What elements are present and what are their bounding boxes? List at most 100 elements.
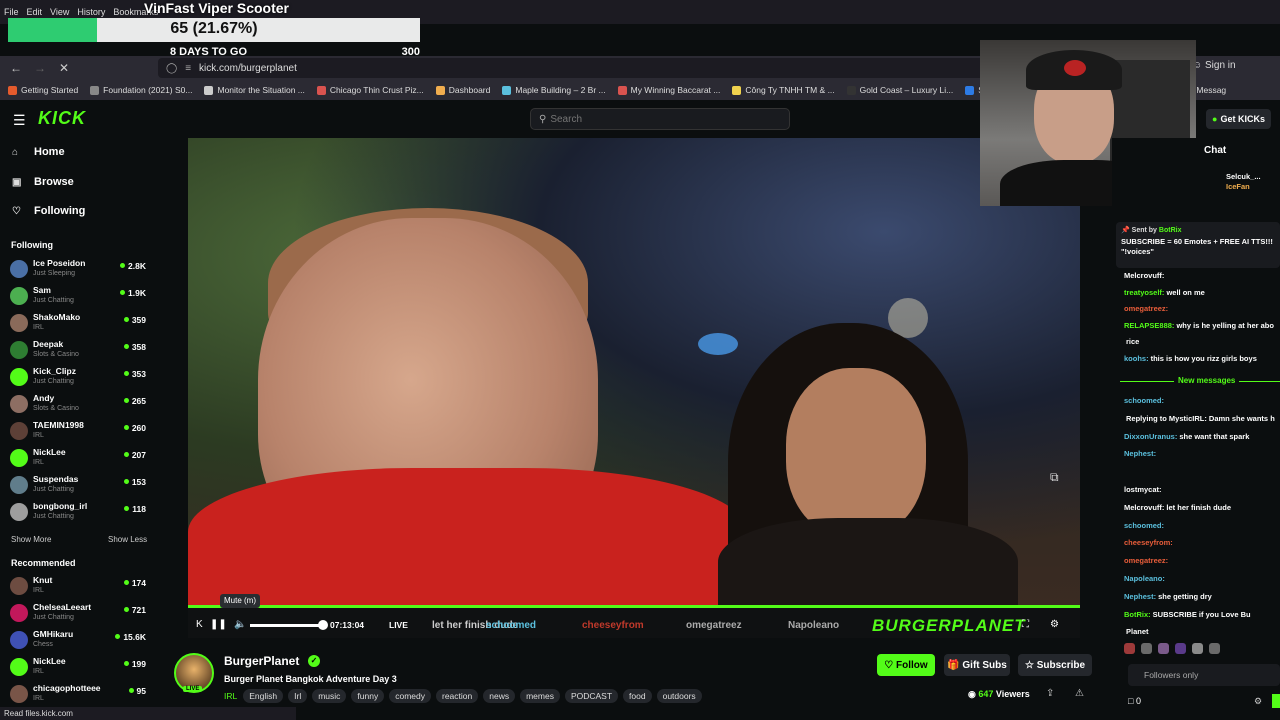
chat-username[interactable]: schoomed: bbox=[1124, 396, 1164, 405]
sidebar-channel[interactable]: GMHikaru Chess 15.6K bbox=[10, 628, 150, 654]
chat-title: Chat bbox=[1204, 145, 1227, 156]
bookmark-item[interactable]: Monitor the Situation ... bbox=[204, 85, 305, 95]
sidebar-channel[interactable]: Deepak Slots & Casino 358 bbox=[10, 338, 150, 364]
emote-icon[interactable] bbox=[1141, 643, 1152, 654]
chat-username[interactable]: cheeseyfrom: bbox=[1124, 538, 1173, 547]
tag-pill[interactable]: food bbox=[623, 689, 652, 703]
chat-username[interactable]: treatyoself: bbox=[1124, 288, 1164, 297]
show-more-link[interactable]: Show More bbox=[11, 535, 51, 544]
viewer-count: 118 bbox=[124, 504, 146, 514]
sidebar-channel[interactable]: TAEMIN1998 IRL 260 bbox=[10, 419, 150, 445]
sidebar-channel[interactable]: Kick_Clipz Just Chatting 353 bbox=[10, 365, 150, 391]
top-chatter-2[interactable]: IceFan bbox=[1226, 182, 1261, 192]
viewer-count: 153 bbox=[124, 477, 146, 487]
chat-username[interactable]: DixxonUranus: bbox=[1124, 432, 1177, 441]
pause-icon[interactable]: ❚❚ bbox=[210, 619, 227, 630]
bookmark-item[interactable]: Getting Started bbox=[8, 85, 78, 95]
chat-username[interactable]: koohs: bbox=[1124, 354, 1149, 363]
sidebar-channel[interactable]: Ice Poseidon Just Sleeping 2.8K bbox=[10, 257, 150, 283]
bookmark-item[interactable]: Foundation (2021) S0... bbox=[90, 85, 192, 95]
chat-username[interactable]: omegatreez: bbox=[1124, 556, 1168, 565]
tag-pill[interactable]: outdoors bbox=[656, 689, 702, 703]
chat-username[interactable]: lostmycat: bbox=[1124, 485, 1162, 494]
bookmark-item[interactable]: My Winning Baccarat ... bbox=[617, 85, 720, 95]
new-messages-label[interactable]: New messages bbox=[1174, 376, 1240, 385]
get-kicks-button[interactable]: ● Get KICKs bbox=[1206, 109, 1271, 129]
search-icon: ⚲ bbox=[539, 113, 547, 125]
chat-username[interactable]: Napoleano: bbox=[1124, 574, 1165, 583]
url-text: kick.com/burgerplanet bbox=[199, 62, 297, 74]
hamburger-icon[interactable]: ☰ bbox=[13, 112, 26, 129]
tag-pill[interactable]: PODCAST bbox=[564, 689, 619, 703]
chat-username[interactable]: BotRix: bbox=[1124, 610, 1151, 619]
chat-username[interactable]: Melcrovuff: bbox=[1124, 503, 1164, 512]
settings-icon[interactable]: ⚙ bbox=[1050, 619, 1059, 630]
browser-signin[interactable]: ☺ Sign in bbox=[1192, 60, 1236, 71]
stop-icon[interactable]: ✕ bbox=[52, 61, 76, 75]
tag-pill[interactable]: news bbox=[483, 689, 516, 703]
kick-logo[interactable]: KICK bbox=[38, 108, 86, 129]
sidebar-channel[interactable]: NickLee IRL 207 bbox=[10, 446, 150, 472]
chat-input[interactable]: Followers only bbox=[1128, 664, 1280, 686]
video-player[interactable]: ⧉ bbox=[188, 138, 1080, 608]
volume-slider[interactable] bbox=[250, 624, 322, 627]
chat-send-button[interactable] bbox=[1272, 694, 1280, 708]
bookmark-item[interactable]: Chicago Thin Crust Piz... bbox=[316, 85, 424, 95]
category-link[interactable]: IRL bbox=[224, 691, 237, 701]
bookmark-item[interactable]: Dashboard bbox=[435, 85, 490, 95]
sidebar-channel[interactable]: chicagophotteee IRL 95 bbox=[10, 682, 150, 708]
emote-icon[interactable] bbox=[1192, 643, 1203, 654]
gift-subs-button[interactable]: 🎁 Gift Subs bbox=[944, 654, 1010, 676]
tag-pill[interactable]: English bbox=[243, 689, 284, 703]
back-icon[interactable]: ← bbox=[4, 61, 28, 75]
volume-icon[interactable]: 🔈 bbox=[234, 619, 246, 630]
emote-icon[interactable] bbox=[1209, 643, 1220, 654]
sidebar-channel[interactable]: Knut IRL 174 bbox=[10, 574, 150, 600]
pip-icon[interactable]: ⧉ bbox=[1050, 470, 1059, 485]
search-input[interactable] bbox=[550, 113, 771, 125]
tag-pill[interactable]: memes bbox=[520, 689, 560, 703]
emote-icon[interactable] bbox=[1158, 643, 1169, 654]
subscribe-button[interactable]: ☆ Subscribe bbox=[1018, 654, 1092, 676]
top-chatter-1[interactable]: Selcuk_... bbox=[1226, 172, 1261, 182]
nav-home-label: Home bbox=[34, 146, 65, 158]
report-icon[interactable]: ⚠ bbox=[1075, 688, 1084, 699]
channel-name[interactable]: BurgerPlanet bbox=[224, 654, 299, 668]
chat-username[interactable]: schoomed: bbox=[1124, 521, 1164, 530]
sidebar-nav-browse[interactable]: ▣ Browse bbox=[12, 176, 74, 188]
chat-username[interactable]: Nephest: bbox=[1124, 449, 1156, 458]
sidebar-channel[interactable]: ShakoMako IRL 359 bbox=[10, 311, 150, 337]
url-bar[interactable]: ◯ ≡ kick.com/burgerplanet bbox=[158, 58, 1030, 78]
pinned-by-user[interactable]: BotRix bbox=[1159, 227, 1182, 234]
chat-username[interactable]: Nephest: bbox=[1124, 592, 1156, 601]
chat-settings-icon[interactable]: ⚙ bbox=[1254, 696, 1262, 707]
follow-button[interactable]: ♡ Follow bbox=[877, 654, 935, 676]
sidebar-channel[interactable]: ChelseaLeeart Just Chatting 721 bbox=[10, 601, 150, 627]
emote-icon[interactable] bbox=[1124, 643, 1135, 654]
sidebar-channel[interactable]: bongbong_irl Just Chatting 118 bbox=[10, 500, 150, 526]
chat-username[interactable]: Melcrovuff: bbox=[1124, 271, 1164, 280]
chat-username[interactable]: RELAPSE888: bbox=[1124, 321, 1174, 330]
tag-pill[interactable]: reaction bbox=[435, 689, 479, 703]
search-box[interactable]: ⚲ bbox=[530, 108, 790, 130]
forward-icon[interactable]: → bbox=[28, 61, 52, 75]
sidebar-channel[interactable]: Suspendas Just Chatting 153 bbox=[10, 473, 150, 499]
bookmark-item[interactable]: Maple Building – 2 Br ... bbox=[502, 85, 606, 95]
show-less-link[interactable]: Show Less bbox=[108, 535, 147, 544]
sidebar-nav-home[interactable]: ⌂ Home bbox=[12, 146, 65, 158]
tag-pill[interactable]: Irl bbox=[288, 689, 308, 703]
emote-icon[interactable] bbox=[1175, 643, 1186, 654]
share-icon[interactable]: ⇪ bbox=[1046, 688, 1054, 699]
bookmark-item[interactable]: Gold Coast – Luxury Li... bbox=[846, 85, 953, 95]
sidebar-channel[interactable]: Andy Slots & Casino 265 bbox=[10, 392, 150, 418]
sidebar-channel[interactable]: NickLee IRL 199 bbox=[10, 655, 150, 681]
sidebar-channel[interactable]: Sam Just Chatting 1.9K bbox=[10, 284, 150, 310]
chat-username[interactable]: omegatreez: bbox=[1124, 304, 1168, 313]
tag-pill[interactable]: comedy bbox=[389, 689, 431, 703]
tag-pill[interactable]: music bbox=[312, 689, 347, 703]
bookmark-item[interactable]: Công Ty TNHH TM & ... bbox=[732, 85, 835, 95]
fullscreen-icon[interactable]: ⛶ bbox=[1022, 619, 1029, 630]
tag-pill[interactable]: funny bbox=[351, 689, 385, 703]
sidebar-nav-following[interactable]: ♡ Following bbox=[12, 205, 85, 217]
volume-knob[interactable] bbox=[318, 620, 328, 630]
